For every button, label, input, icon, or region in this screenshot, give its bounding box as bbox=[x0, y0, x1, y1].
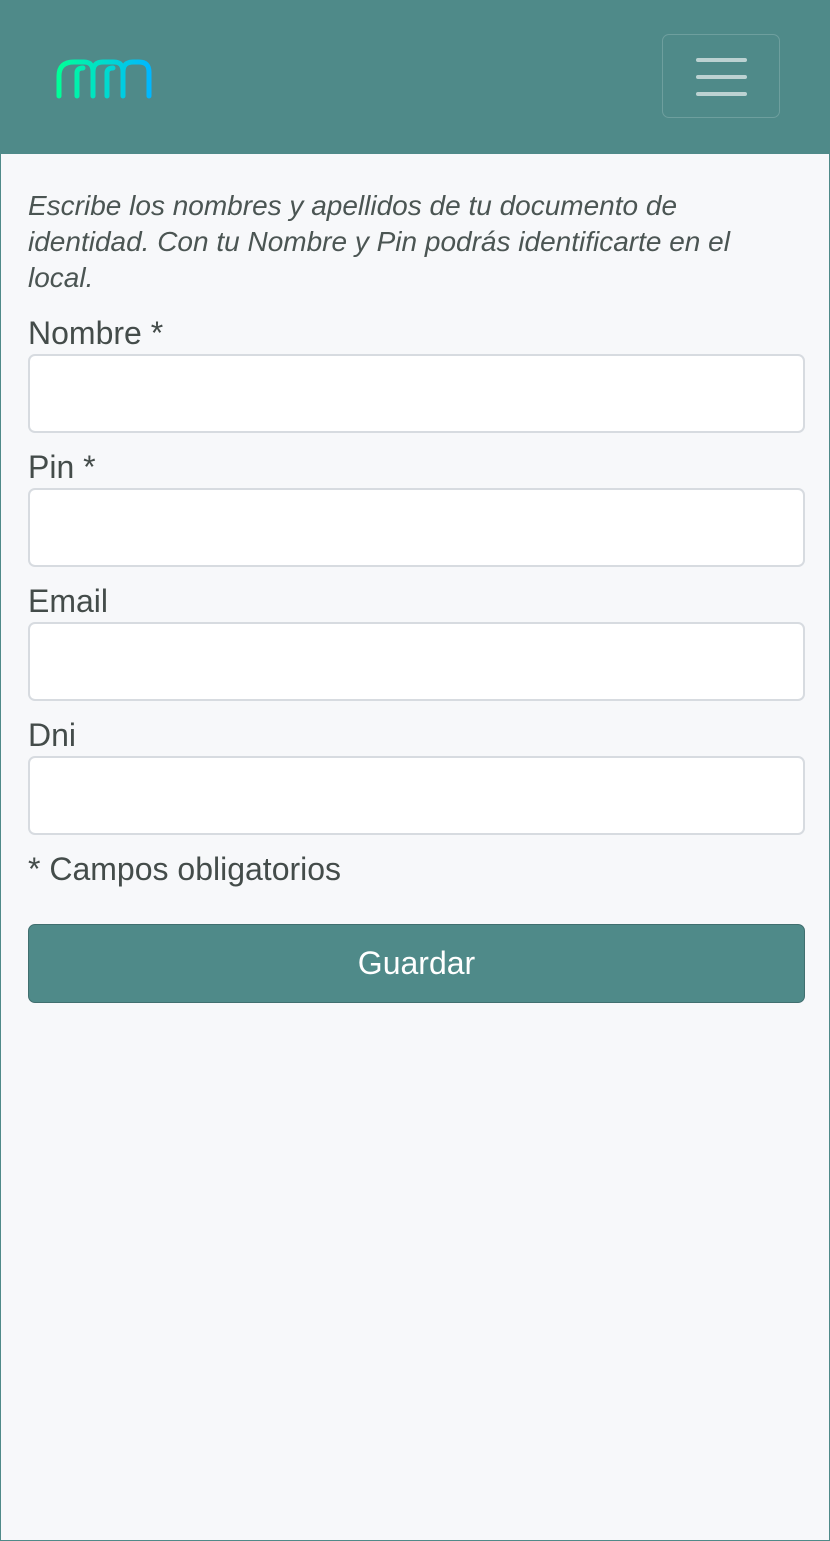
pin-label: Pin * bbox=[28, 449, 96, 485]
nombre-input[interactable] bbox=[28, 354, 805, 433]
menu-toggle-button[interactable] bbox=[662, 34, 780, 118]
nombre-label: Nombre * bbox=[28, 315, 164, 351]
logo-icon[interactable] bbox=[53, 54, 153, 100]
hamburger-menu-icon bbox=[696, 58, 747, 96]
intro-text: Escribe los nombres y apellidos de tu do… bbox=[28, 190, 730, 293]
page: Escribe los nombres y apellidos de tu do… bbox=[0, 0, 830, 1541]
dni-input[interactable] bbox=[28, 756, 805, 835]
top-navbar bbox=[1, 0, 830, 154]
email-label: Email bbox=[28, 583, 109, 619]
dni-label: Dni bbox=[28, 717, 77, 753]
required-fields-note: * Campos obligatorios bbox=[28, 851, 342, 887]
pin-input[interactable] bbox=[28, 488, 805, 567]
save-button[interactable]: Guardar bbox=[28, 924, 805, 1003]
email-input[interactable] bbox=[28, 622, 805, 701]
